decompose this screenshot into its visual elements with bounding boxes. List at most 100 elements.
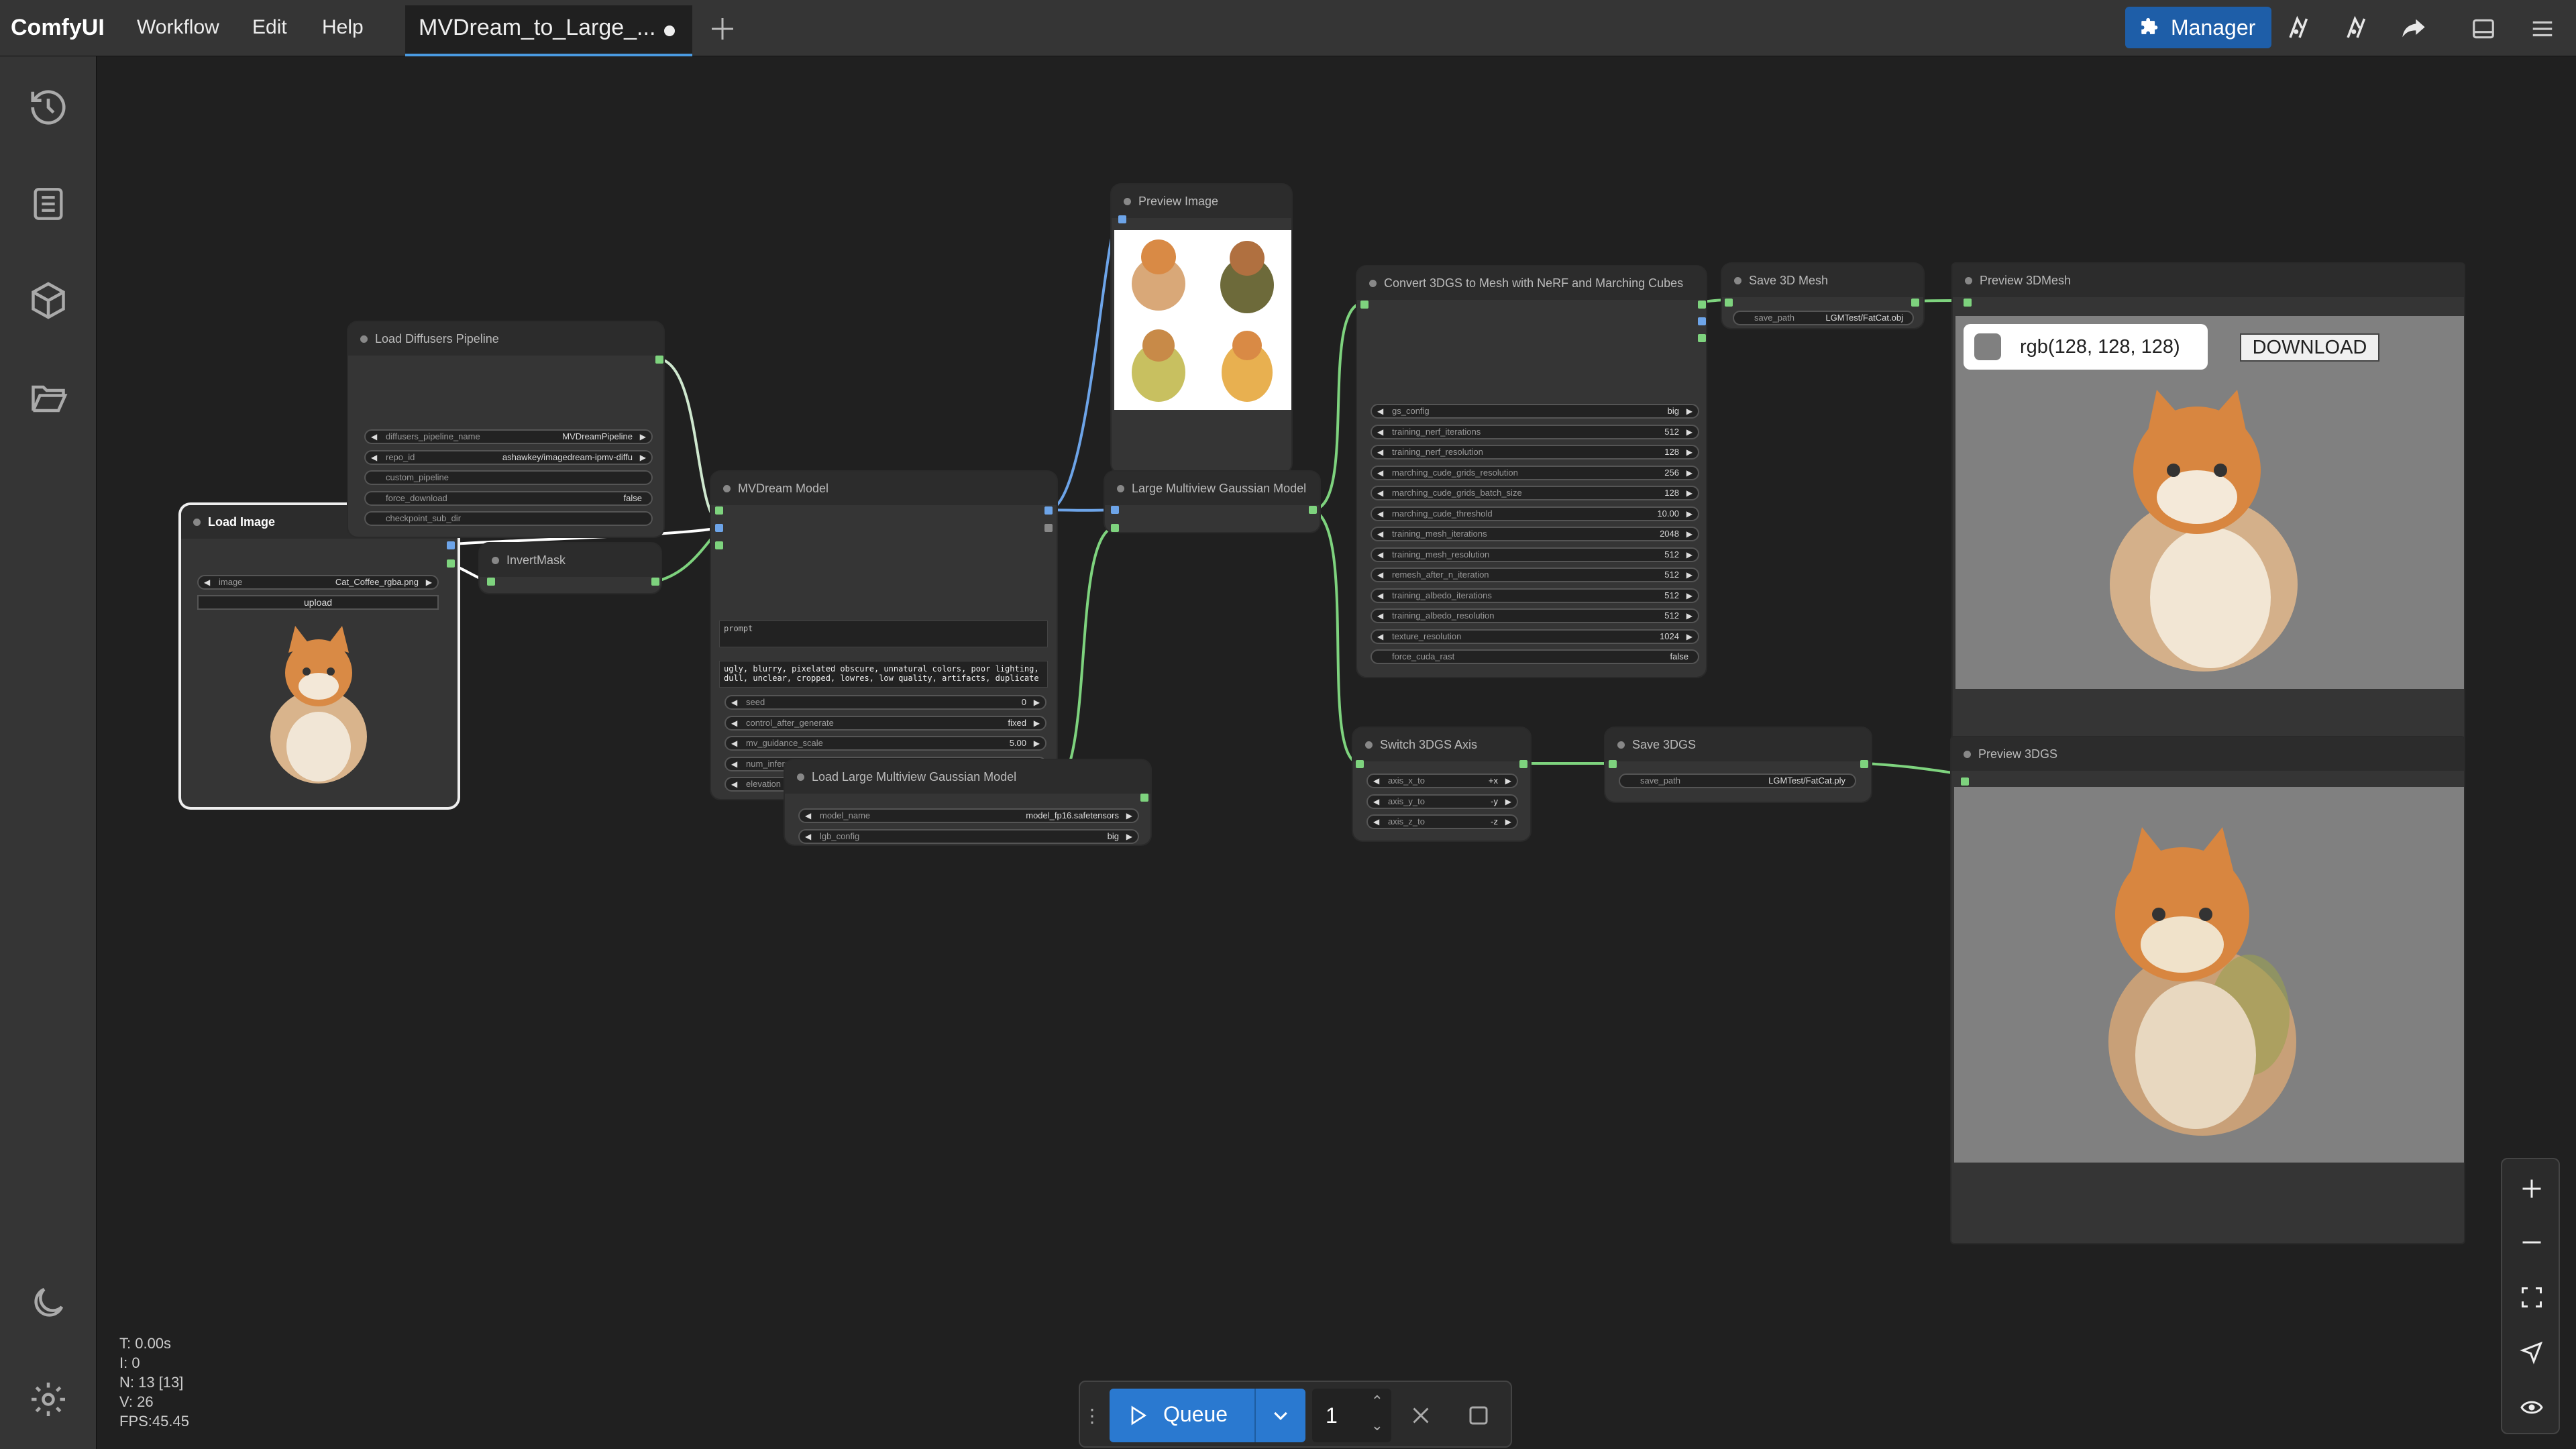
widget-mv-guidance-scale[interactable]: mv_guidance_scale5.00 (724, 736, 1046, 751)
background-color-picker[interactable]: rgb(128, 128, 128) (1964, 324, 2208, 370)
node-switch-3dgs-axis[interactable]: Switch 3DGS Axis axis_x_to+x axis_y_to-ya… (1353, 728, 1530, 841)
node-convert-3dgs-to-mesh[interactable]: Convert 3DGS to Mesh with NeRF and March… (1357, 266, 1706, 677)
batch-count-stepper[interactable]: 1 ⌃ ⌄ (1312, 1389, 1391, 1442)
graph-canvas[interactable]: Load Image imageCat_Coffee_rgba.png uplo… (97, 57, 2576, 1449)
widget-remesh-after-n-iteration[interactable]: remesh_after_n_iteration512 (1371, 568, 1699, 582)
mesh-3d-viewer[interactable]: rgb(128, 128, 128) DOWNLOAD (1955, 316, 2464, 689)
input-port-mesh-file[interactable] (1964, 299, 1972, 307)
output-port-save-path[interactable] (1911, 299, 1919, 307)
node-large-multiview-gaussian-model[interactable]: Large Multiview Gaussian Model (1105, 472, 1320, 532)
widget-gs-config[interactable]: gs_configbig (1371, 404, 1699, 419)
input-port-mesh[interactable] (1725, 299, 1733, 307)
output-port-image[interactable] (447, 541, 455, 549)
output-port-mask[interactable] (651, 578, 659, 586)
widget-save-path[interactable]: save_path LGMTest/FatCat.obj (1733, 311, 1914, 325)
widget-marching-cude-grids-resolution[interactable]: marching_cude_grids_resolution256 (1371, 465, 1699, 480)
zoom-in-plus-icon[interactable] (2512, 1169, 2552, 1209)
output-port-mesh[interactable] (1698, 301, 1706, 309)
share-arrow-icon[interactable] (2392, 9, 2435, 47)
widget-training-nerf-iterations[interactable]: training_nerf_iterations512 (1371, 424, 1699, 439)
widget-axis-x-to[interactable]: axis_x_to+x (1366, 773, 1518, 788)
node-preview-image[interactable]: Preview Image (1112, 184, 1291, 473)
toggle-links-eye-icon[interactable] (2512, 1387, 2552, 1428)
hamburger-menu-icon[interactable] (2522, 12, 2563, 46)
prompt-textarea[interactable]: prompt (719, 621, 1048, 647)
output-port-model[interactable] (1140, 794, 1148, 802)
node-library-icon[interactable] (2278, 9, 2321, 47)
menu-workflow[interactable]: Workflow (137, 16, 219, 39)
node-load-image[interactable]: Load Image imageCat_Coffee_rgba.png uplo… (181, 505, 458, 807)
input-port-images[interactable] (1118, 215, 1126, 223)
input-port-images[interactable] (1111, 506, 1119, 514)
widget-axis-z-to[interactable]: axis_z_to-z (1366, 814, 1518, 829)
widget-training-albedo-iterations[interactable]: training_albedo_iterations512 (1371, 588, 1699, 603)
node-mvdream-model[interactable]: MVDream Model prompt ugly, blurry, pixel… (711, 472, 1057, 799)
node-preview-3dgs[interactable]: Preview 3DGS (1951, 737, 2464, 1243)
widget-seed[interactable]: seed0 (724, 695, 1046, 710)
model-library-icon[interactable] (24, 276, 72, 325)
input-port-gs[interactable] (1360, 301, 1368, 309)
widget-force-download[interactable]: force_download false (364, 490, 653, 506)
workflows-folder-icon[interactable] (24, 373, 72, 421)
gaussian-splat-viewer[interactable] (1954, 787, 2464, 1163)
new-tab-plus-icon[interactable] (706, 12, 739, 46)
theme-moon-icon[interactable] (24, 1279, 72, 1327)
widget-repo-id[interactable]: repo_idashawkey/imagedream-ipmv-diffu (364, 449, 653, 465)
input-port-model[interactable] (1111, 524, 1119, 532)
widget-training-nerf-resolution[interactable]: training_nerf_resolution128 (1371, 445, 1699, 460)
output-port-save-path[interactable] (1860, 760, 1868, 768)
model-downloader-icon[interactable] (2336, 9, 2379, 47)
output-port-pipeline[interactable] (655, 356, 663, 364)
output-port-gs[interactable] (1309, 506, 1317, 514)
widget-image[interactable]: imageCat_Coffee_rgba.png (197, 575, 439, 590)
input-port-gs[interactable] (1356, 760, 1364, 768)
widget-training-mesh-iterations[interactable]: training_mesh_iterations2048 (1371, 527, 1699, 541)
unsaved-dot-icon[interactable] (664, 25, 675, 36)
stop-square-icon[interactable] (1460, 1397, 1497, 1434)
decrement-icon[interactable]: ⌄ (1371, 1417, 1383, 1434)
input-port-gs-file[interactable] (1961, 777, 1969, 786)
widget-force-cuda-rast[interactable]: force_cuda_rast false (1371, 649, 1699, 664)
output-port-alphas[interactable] (1698, 334, 1706, 342)
widget-marching-cude-threshold[interactable]: marching_cude_threshold10.00 (1371, 506, 1699, 521)
node-invert-mask[interactable]: InvertMask (480, 543, 661, 593)
output-port-imgs[interactable] (1698, 317, 1706, 325)
settings-gear-icon[interactable] (24, 1375, 72, 1424)
zoom-out-minus-icon[interactable] (2512, 1222, 2552, 1263)
clear-queue-x-icon[interactable] (1402, 1397, 1440, 1434)
select-mode-arrow-icon[interactable] (2512, 1332, 2552, 1373)
queue-button[interactable]: Queue (1110, 1389, 1305, 1442)
app-logo[interactable]: ComfyUI (11, 15, 105, 41)
drag-handle-icon[interactable]: ⋮ (1083, 1402, 1102, 1429)
input-port-image[interactable] (715, 524, 723, 532)
output-port-gs[interactable] (1519, 760, 1527, 768)
widget-training-mesh-resolution[interactable]: training_mesh_resolution512 (1371, 547, 1699, 562)
increment-icon[interactable]: ⌃ (1371, 1393, 1383, 1410)
node-save-3d-mesh[interactable]: Save 3D Mesh save_path LGMTest/FatCat.obj (1722, 264, 1923, 328)
input-port-mask[interactable] (715, 541, 723, 549)
widget-control-after-generate[interactable]: control_after_generatefixed (724, 715, 1046, 731)
menu-help[interactable]: Help (322, 16, 364, 39)
widget-axis-y-to[interactable]: axis_y_to-y (1366, 794, 1518, 809)
widget-marching-cude-grids-batch-size[interactable]: marching_cude_grids_batch_size128 (1371, 486, 1699, 500)
menu-edit[interactable]: Edit (252, 16, 287, 39)
widget-training-albedo-resolution[interactable]: training_albedo_resolution512 (1371, 608, 1699, 623)
negative-prompt-textarea[interactable]: ugly, blurry, pixelated obscure, unnatur… (719, 661, 1048, 688)
node-preview-3d-mesh[interactable]: Preview 3DMesh rgb(128, 128, 128) DOWNLO… (1953, 264, 2464, 772)
input-port-gs[interactable] (1609, 760, 1617, 768)
download-button[interactable]: DOWNLOAD (2240, 333, 2379, 362)
widget-checkpoint-sub-dir[interactable]: checkpoint_sub_dir (364, 511, 653, 526)
output-port-orbit[interactable] (1044, 524, 1053, 532)
widget-texture-resolution[interactable]: texture_resolution1024 (1371, 629, 1699, 644)
node-load-lgm[interactable]: Load Large Multiview Gaussian Model mode… (785, 760, 1150, 845)
manager-button[interactable]: Manager (2125, 7, 2271, 48)
output-port-images[interactable] (1044, 506, 1053, 515)
widget-diffusers-pipeline-name[interactable]: diffusers_pipeline_nameMVDreamPipeline (364, 429, 653, 444)
widget-save-path[interactable]: save_path LGMTest/FatCat.ply (1619, 773, 1856, 788)
toggle-bottom-panel-icon[interactable] (2463, 12, 2504, 46)
queue-list-icon[interactable] (24, 180, 72, 228)
widget-model-name[interactable]: model_namemodel_fp16.safetensors (798, 808, 1139, 823)
workflow-tab[interactable]: MVDream_to_Large_... (405, 5, 692, 56)
history-icon[interactable] (24, 83, 72, 131)
input-port-pipeline[interactable] (715, 506, 723, 515)
